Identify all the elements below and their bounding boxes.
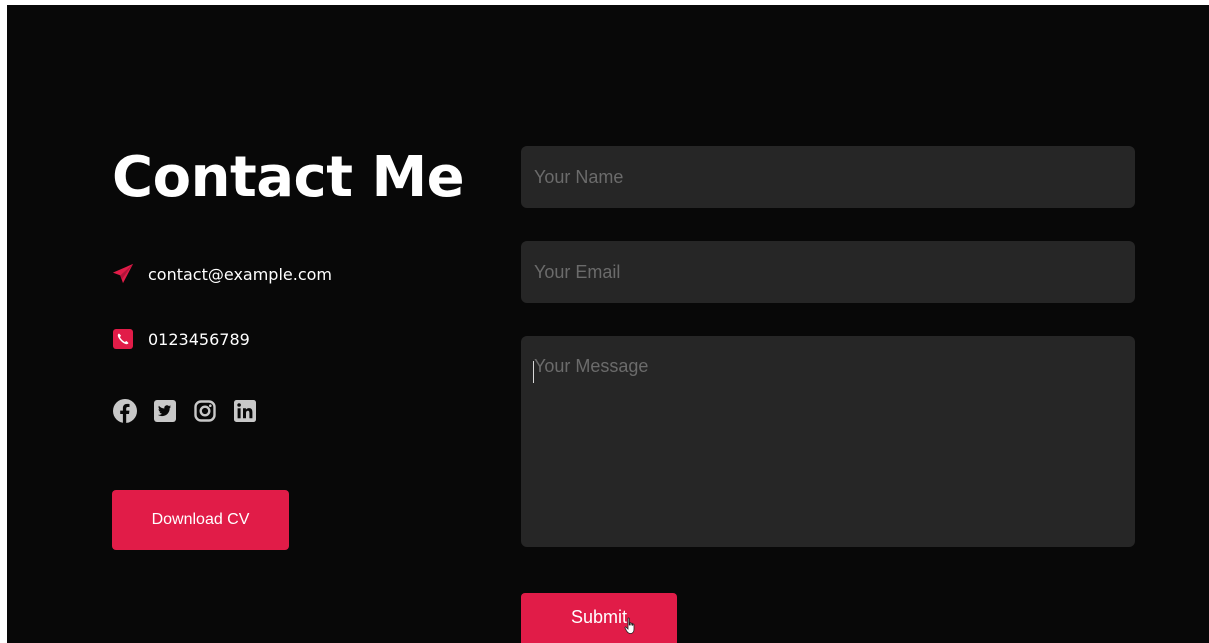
phone-row: 0123456789 bbox=[112, 328, 250, 350]
email-row: contact@example.com bbox=[112, 263, 332, 285]
contact-form: Submit bbox=[521, 5, 1135, 643]
name-input[interactable] bbox=[521, 146, 1135, 208]
instagram-icon[interactable] bbox=[192, 398, 218, 424]
page-title: Contact Me bbox=[112, 145, 465, 210]
download-cv-button[interactable]: Download CV bbox=[112, 490, 289, 550]
hand-cursor-icon bbox=[624, 617, 635, 634]
email-input[interactable] bbox=[521, 241, 1135, 303]
contact-info: Contact Me contact@example.com 012345678… bbox=[112, 5, 472, 643]
linkedin-icon[interactable] bbox=[232, 398, 258, 424]
phone-text: 0123456789 bbox=[148, 329, 250, 349]
phone-icon bbox=[112, 328, 134, 350]
contact-section: Contact Me contact@example.com 012345678… bbox=[7, 5, 1209, 643]
submit-button[interactable]: Submit bbox=[521, 593, 677, 643]
message-textarea[interactable] bbox=[521, 336, 1135, 547]
email-text: contact@example.com bbox=[148, 264, 332, 284]
social-links bbox=[112, 398, 258, 424]
paper-plane-icon bbox=[112, 263, 134, 285]
text-caret bbox=[533, 361, 534, 383]
facebook-icon[interactable] bbox=[112, 398, 138, 424]
twitter-icon[interactable] bbox=[152, 398, 178, 424]
